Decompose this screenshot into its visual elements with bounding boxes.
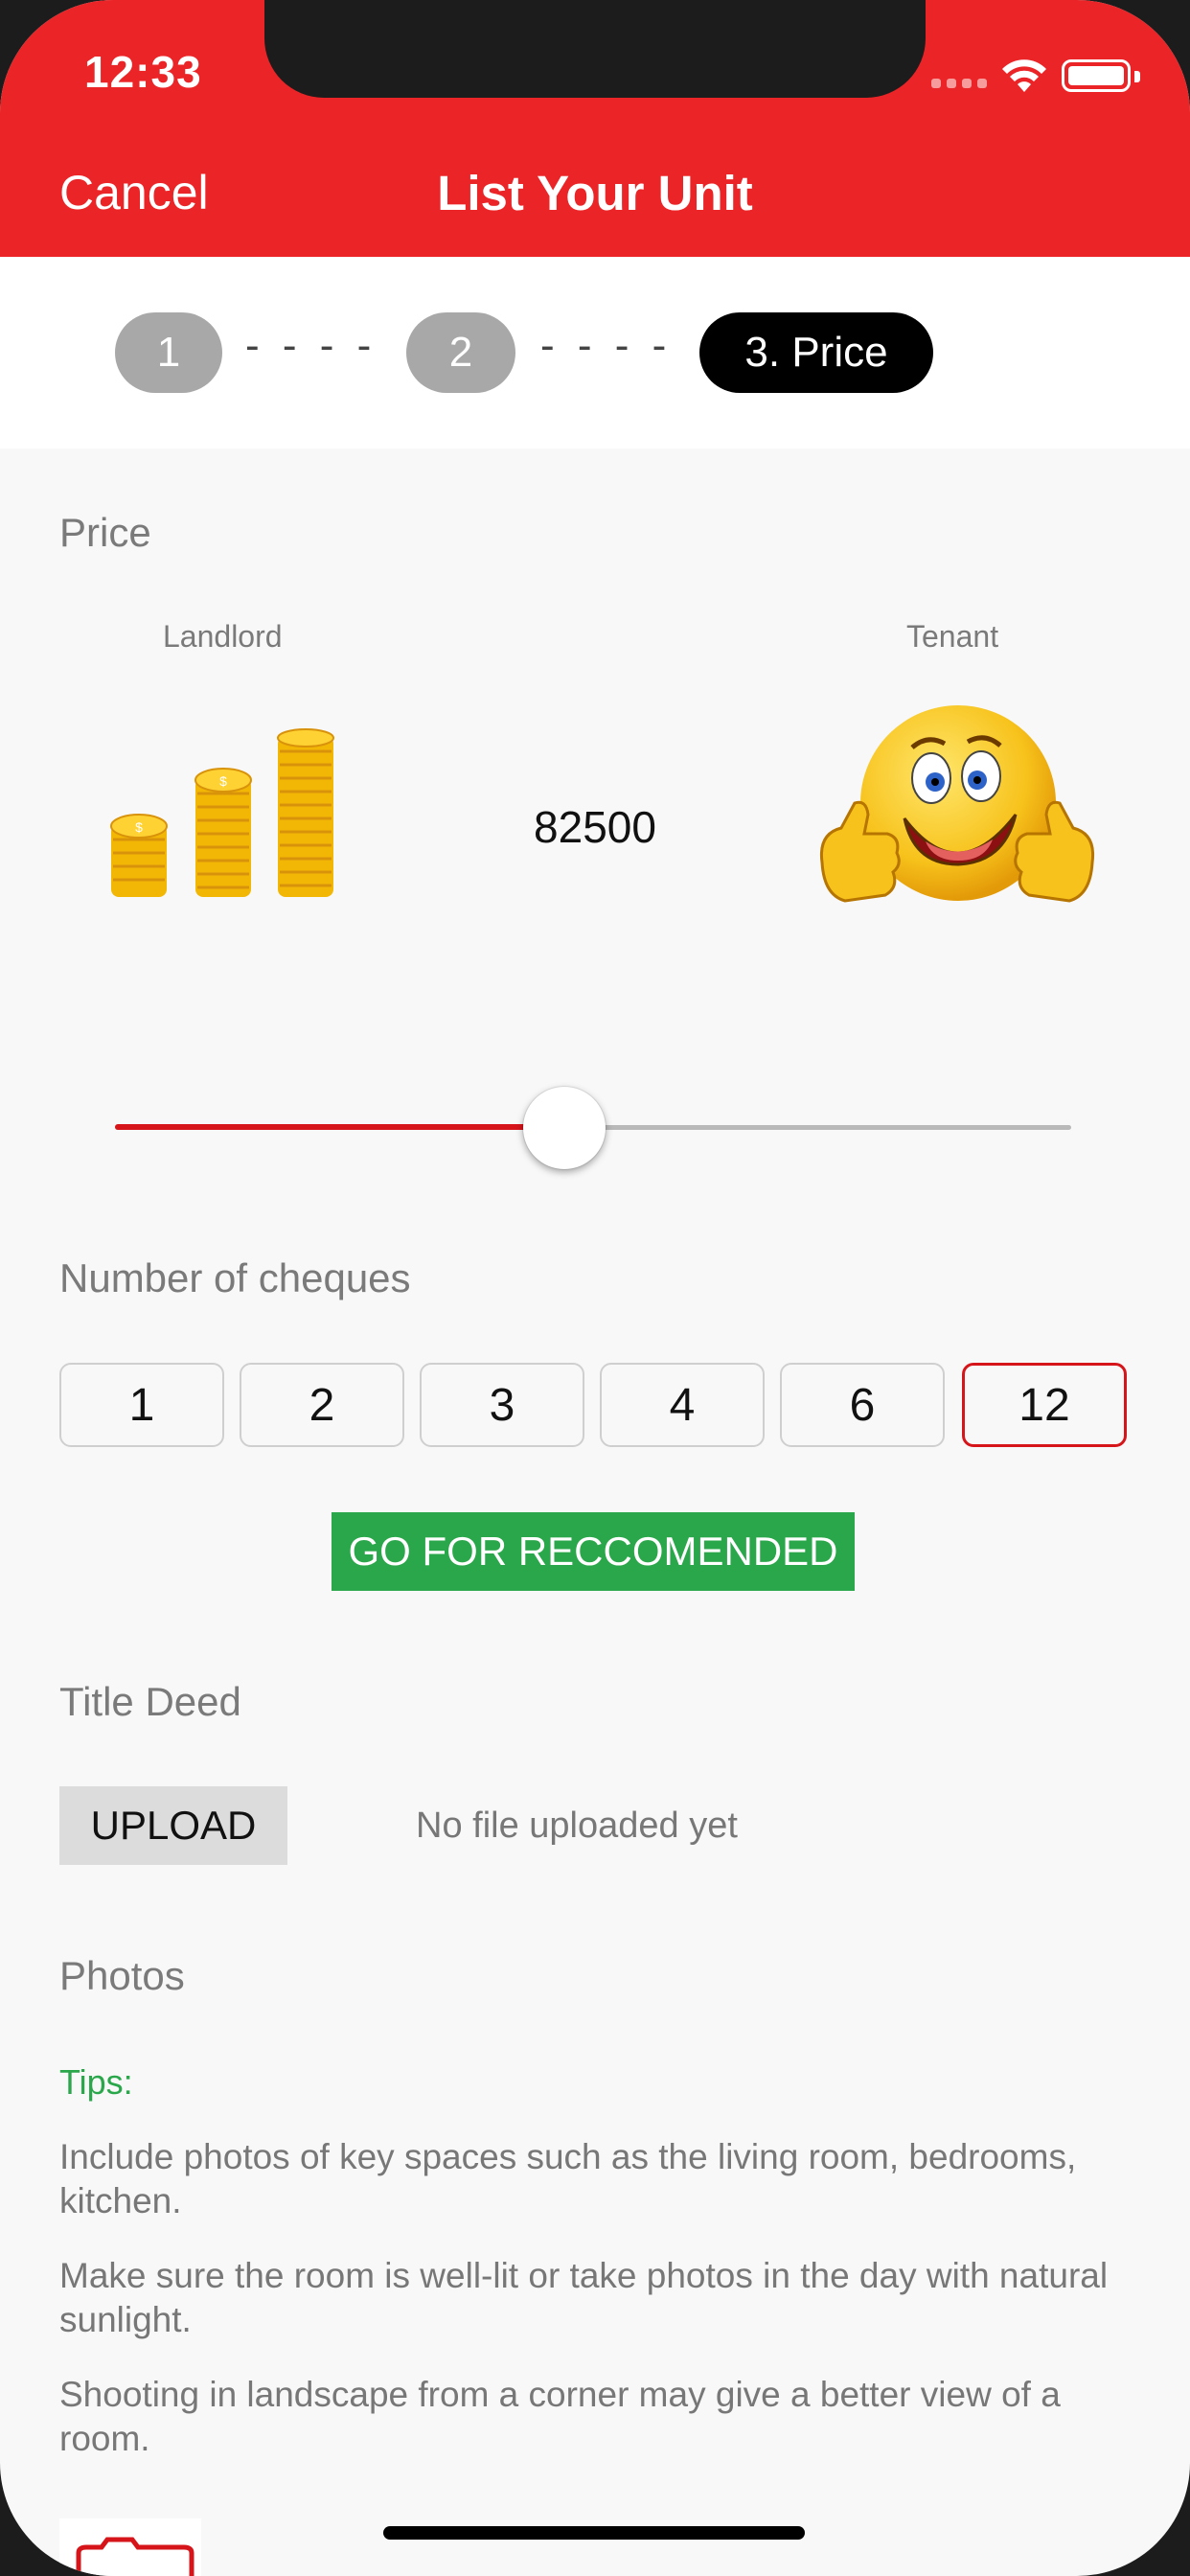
photos-section-title: Photos [59,1953,185,1998]
tip-text: Shooting in landscape from a corner may … [59,2375,1061,2458]
slider-fill [115,1124,565,1130]
camera-icon [76,2537,195,2576]
svg-text:$: $ [219,773,227,789]
battery-tip [1134,71,1140,82]
step-2[interactable]: 2 [406,312,515,393]
cheque-option-6[interactable]: 6 [780,1363,945,1447]
status-time: 12:33 [84,47,202,97]
upload-button[interactable]: UPLOAD [59,1786,287,1865]
price-slider[interactable] [115,1087,1073,1169]
cheque-option-1[interactable]: 1 [59,1363,224,1447]
landlord-label: Landlord [163,619,283,654]
battery-icon [1062,59,1131,92]
signal-icon [931,79,941,88]
device-notch [264,0,926,98]
cheques-section-title: Number of cheques [59,1255,411,1300]
signal-icon [962,79,972,88]
app-screen: 12:33 Cancel List Your Unit 1 - - - - 2 … [0,0,1190,2576]
step-separator: - - - - [245,322,378,369]
step-3-price[interactable]: 3. Price [699,312,933,393]
slider-thumb[interactable] [523,1087,606,1169]
status-icons [931,56,1140,94]
cheque-options: 1 2 3 4 6 12 [59,1363,1127,1447]
header-bar: 12:33 Cancel List Your Unit [0,0,1190,257]
upload-status: No file uploaded yet [416,1806,738,1846]
go-for-recommended-button[interactable]: GO FOR RECCOMENDED [332,1512,855,1591]
signal-icon [977,79,987,88]
step-indicator: 1 - - - - 2 - - - - 3. Price [0,257,1190,448]
home-indicator[interactable] [383,2526,805,2540]
tip-text: Include photos of key spaces such as the… [59,2137,1077,2220]
add-photo-button[interactable] [59,2518,201,2576]
cancel-button[interactable]: Cancel [59,165,209,220]
tenant-label: Tenant [906,619,999,654]
cheque-option-3[interactable]: 3 [420,1363,584,1447]
signal-icon [947,79,956,88]
price-section-title: Price [59,510,151,555]
tip-text: Make sure the room is well-lit or take p… [59,2256,1109,2339]
cheque-option-12[interactable]: 12 [962,1363,1127,1447]
step-1[interactable]: 1 [115,312,222,393]
thumbs-up-smiley-icon [819,705,1095,903]
cheque-option-2[interactable]: 2 [240,1363,404,1447]
step-separator: - - - - [540,322,673,369]
tips-label: Tips: [59,2062,133,2102]
wifi-icon [1002,59,1046,92]
title-deed-section-title: Title Deed [59,1679,241,1724]
cheque-option-4[interactable]: 4 [600,1363,765,1447]
